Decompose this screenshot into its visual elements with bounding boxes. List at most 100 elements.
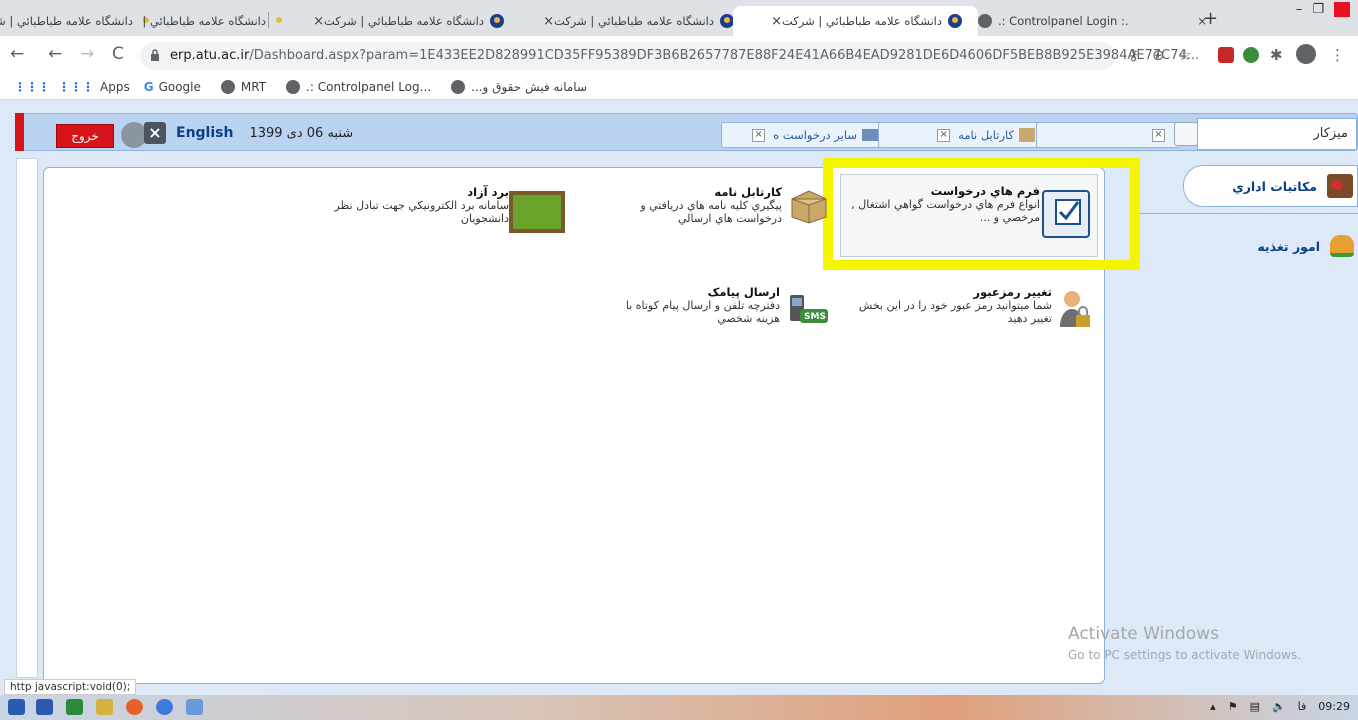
item-description: پيگيري کليه نامه هاي دريافتي و درخواست ه… [640, 199, 782, 225]
office-icon [1327, 174, 1353, 198]
close-tab-icon[interactable]: × [771, 14, 782, 29]
explorer-icon[interactable] [96, 699, 113, 715]
task-view-icon[interactable] [36, 699, 53, 715]
language-indicator[interactable]: فا [1298, 700, 1307, 713]
controlpanel-bookmark[interactable]: .: Controlpanel Log... [280, 79, 431, 94]
package-icon [788, 185, 830, 225]
workspace-field[interactable]: میزکار [1197, 118, 1357, 150]
browser-tab[interactable]: دانشگاه علامه طباطبائي | شرکت × [503, 6, 750, 36]
start-icon[interactable] [8, 699, 25, 715]
lock-icon [151, 49, 159, 61]
tab-other-requests[interactable]: سایر درخواست ه × [721, 122, 885, 148]
item-title: برد آزاد [467, 185, 509, 199]
change-password-item[interactable]: تغيير رمزعبور شما ميتوانيد رمز عبور خود … [840, 285, 1092, 327]
url-text: erp.atu.ac.ir/Dashboard.aspx?param=1E433… [170, 48, 1200, 63]
maximize-icon[interactable]: ❐ [1312, 2, 1324, 17]
google-icon: G [143, 79, 154, 94]
university-favicon-icon [948, 14, 962, 28]
box-icon [1019, 128, 1035, 142]
browser-tab[interactable]: .: Controlpanel Login :. × [962, 6, 1217, 36]
browser-tab[interactable]: دانشگاه علامه طباطبائي | شرکت × [272, 6, 520, 36]
mrt-bookmark[interactable]: MRT [215, 79, 266, 94]
sms-badge: SMS [804, 312, 826, 322]
google-bookmark[interactable]: G Google [144, 80, 201, 94]
flag-icon[interactable]: ⚑ [1228, 700, 1238, 713]
tray-arrow-icon[interactable]: ▴ [1210, 700, 1216, 713]
apps-grid-icon: ⋮⋮⋮ [58, 79, 94, 94]
left-scroll-strip[interactable] [16, 158, 38, 678]
close-tab-icon[interactable]: × [937, 128, 951, 142]
item-title: کارتابل نامه [714, 185, 782, 199]
globe-icon [978, 14, 992, 28]
tab-letters[interactable]: کارتابل نامه × [878, 122, 1042, 148]
close-window-icon[interactable] [1334, 2, 1350, 17]
browser-tab[interactable]: دانشگاه علامه طباطبائي | شرکت × [0, 6, 155, 36]
profile-avatar[interactable] [1296, 44, 1316, 64]
user-lock-icon [1058, 287, 1092, 331]
letters-item[interactable]: کارتابل نامه پيگيري کليه نامه هاي دريافت… [610, 185, 830, 225]
back-icon[interactable]: ← [48, 44, 62, 64]
globe-icon [451, 79, 466, 94]
store-icon[interactable] [66, 699, 83, 715]
current-date: شنبه 06 دی 1399 [249, 125, 354, 141]
activation-watermark: Activate Windows [1068, 624, 1219, 644]
close-tab-icon[interactable]: × [1152, 128, 1165, 142]
star-icon[interactable]: ☆ [1178, 46, 1191, 64]
key-icon[interactable]: ⚷ [1128, 46, 1139, 64]
close-tab-icon[interactable]: × [543, 14, 554, 29]
yellow-highlight-box [823, 158, 1140, 270]
close-tab-icon[interactable]: × [313, 14, 324, 29]
chrome-icon[interactable] [156, 699, 173, 715]
sidebar-divider [1140, 213, 1358, 214]
university-favicon-icon [720, 14, 734, 28]
activation-watermark-hint: Go to PC settings to activate Windows. [1068, 648, 1302, 662]
close-tab-icon[interactable]: × [752, 128, 766, 142]
chalkboard-icon [509, 191, 565, 233]
app-icon[interactable] [186, 699, 203, 715]
item-description: شما ميتوانيد رمز عبور خود را در اين بخش … [858, 299, 1052, 325]
puzzle-icon[interactable]: ✱ [1270, 46, 1283, 64]
back-icon[interactable]: ← [10, 44, 24, 64]
browser-tab[interactable]: دانشگاه علامه طباطبائي | شرکت × [138, 6, 288, 36]
tab-empty[interactable]: × [1036, 122, 1180, 148]
link-status: http javascript:void(0); [4, 679, 137, 695]
browser-tab-strip: دانشگاه علامه طباطبائي | شرکت × دانشگاه … [0, 0, 1358, 36]
sms-phone-icon: SMS [786, 287, 830, 327]
clock[interactable]: 09:29 [1318, 700, 1350, 713]
new-tab-button[interactable]: + [1203, 8, 1218, 29]
firefox-icon[interactable] [126, 699, 143, 715]
zoom-icon[interactable]: ⊕ [1152, 46, 1165, 64]
english-language-link[interactable]: English [176, 125, 233, 141]
exit-button[interactable]: خروج [56, 124, 114, 148]
bookmarks-bar: ⋮⋮⋮ ⋮⋮⋮ Apps G Google MRT .: Controlpane… [0, 74, 1358, 100]
sidebar-item-food[interactable]: امور تغذيه [1140, 228, 1358, 264]
burger-icon [1330, 235, 1354, 257]
globe-icon [220, 79, 235, 94]
free-board-item[interactable]: برد آزاد سامانه برد الکترونيکي جهت تبادل… [320, 185, 565, 233]
globe-icon [286, 79, 301, 94]
apps-bookmark[interactable]: ⋮⋮⋮ ⋮⋮⋮ Apps [14, 80, 130, 94]
sidebar-item-correspondence[interactable]: مکاتبات اداري [1183, 165, 1358, 207]
request-icon [862, 129, 878, 141]
pdf-extension-icon[interactable] [1218, 47, 1234, 63]
windows-taskbar: ▴ ⚑ ▤ 🔈 فا 09:29 [0, 695, 1358, 720]
red-edge-marker [15, 113, 24, 151]
extension-icon[interactable] [1243, 47, 1259, 63]
menu-dots-icon[interactable]: ⋮ [1330, 46, 1345, 64]
minimize-icon[interactable]: – [1296, 2, 1303, 17]
browser-tab-active[interactable]: دانشگاه علامه طباطبائي | شرکت × [733, 6, 978, 36]
app-top-bar: خروج × English شنبه 06 دی 1399 سایر درخو… [15, 113, 1358, 151]
item-title: ارسال پيامک [707, 285, 780, 299]
university-favicon-icon [490, 14, 504, 28]
window-controls: – ❐ [1296, 2, 1350, 17]
send-sms-item[interactable]: SMS ارسال پيامک دفترچه تلفن و ارسال پيام… [610, 285, 830, 325]
reload-icon[interactable]: C [112, 44, 124, 64]
payroll-bookmark[interactable]: سامانه فیش حقوق و... [445, 79, 587, 94]
forward-icon[interactable]: → [80, 44, 94, 64]
volume-icon[interactable]: 🔈 [1272, 700, 1286, 713]
home-icon[interactable] [1174, 122, 1198, 146]
close-icon[interactable]: × [144, 122, 166, 144]
item-description: دفترچه تلفن و ارسال پيام کوتاه با هزينه … [625, 299, 780, 325]
address-bar[interactable]: erp.atu.ac.ir/Dashboard.aspx?param=1E433… [140, 42, 1199, 70]
network-icon[interactable]: ▤ [1250, 700, 1260, 713]
